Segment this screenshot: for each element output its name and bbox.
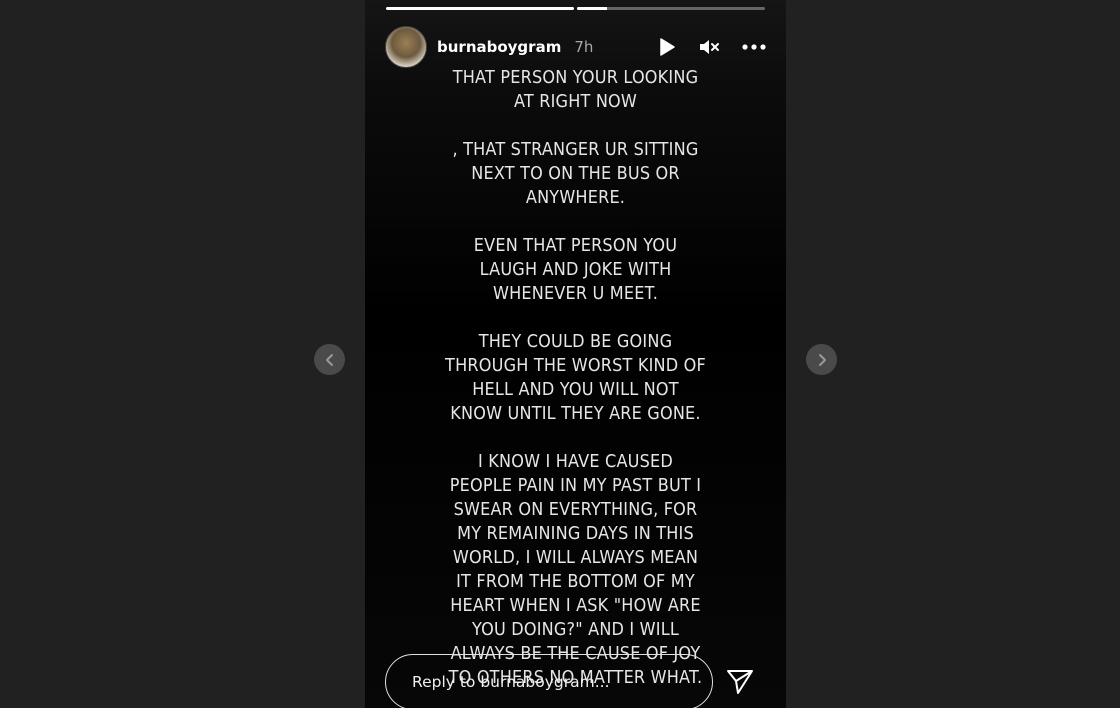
next-story-button[interactable] (806, 344, 837, 375)
post-time: 7h (574, 38, 594, 56)
story-viewer: burnaboygram 7h THAT PERSON YOUR LOOKING… (365, 0, 786, 708)
story-header: burnaboygram 7h (385, 26, 766, 68)
reply-bar (385, 654, 766, 708)
more-options-icon (742, 44, 766, 50)
username-link[interactable]: burnaboygram (437, 38, 561, 56)
progress-segment (386, 7, 574, 10)
send-button[interactable] (725, 668, 755, 696)
story-text: THAT PERSON YOUR LOOKING AT RIGHT NOW , … (445, 68, 706, 688)
story-progress-bar (386, 7, 765, 10)
send-icon (727, 670, 753, 694)
previous-story-button[interactable] (314, 344, 345, 375)
chevron-right-icon (818, 353, 826, 366)
more-options-button[interactable] (742, 44, 766, 50)
progress-segment (577, 7, 765, 10)
play-icon (660, 38, 675, 56)
muted-speaker-icon (700, 40, 719, 54)
play-button[interactable] (658, 37, 676, 57)
chevron-left-icon (325, 353, 333, 366)
story-controls (658, 37, 766, 57)
mute-button[interactable] (698, 37, 720, 57)
reply-input[interactable] (385, 654, 713, 708)
avatar[interactable] (385, 26, 427, 68)
